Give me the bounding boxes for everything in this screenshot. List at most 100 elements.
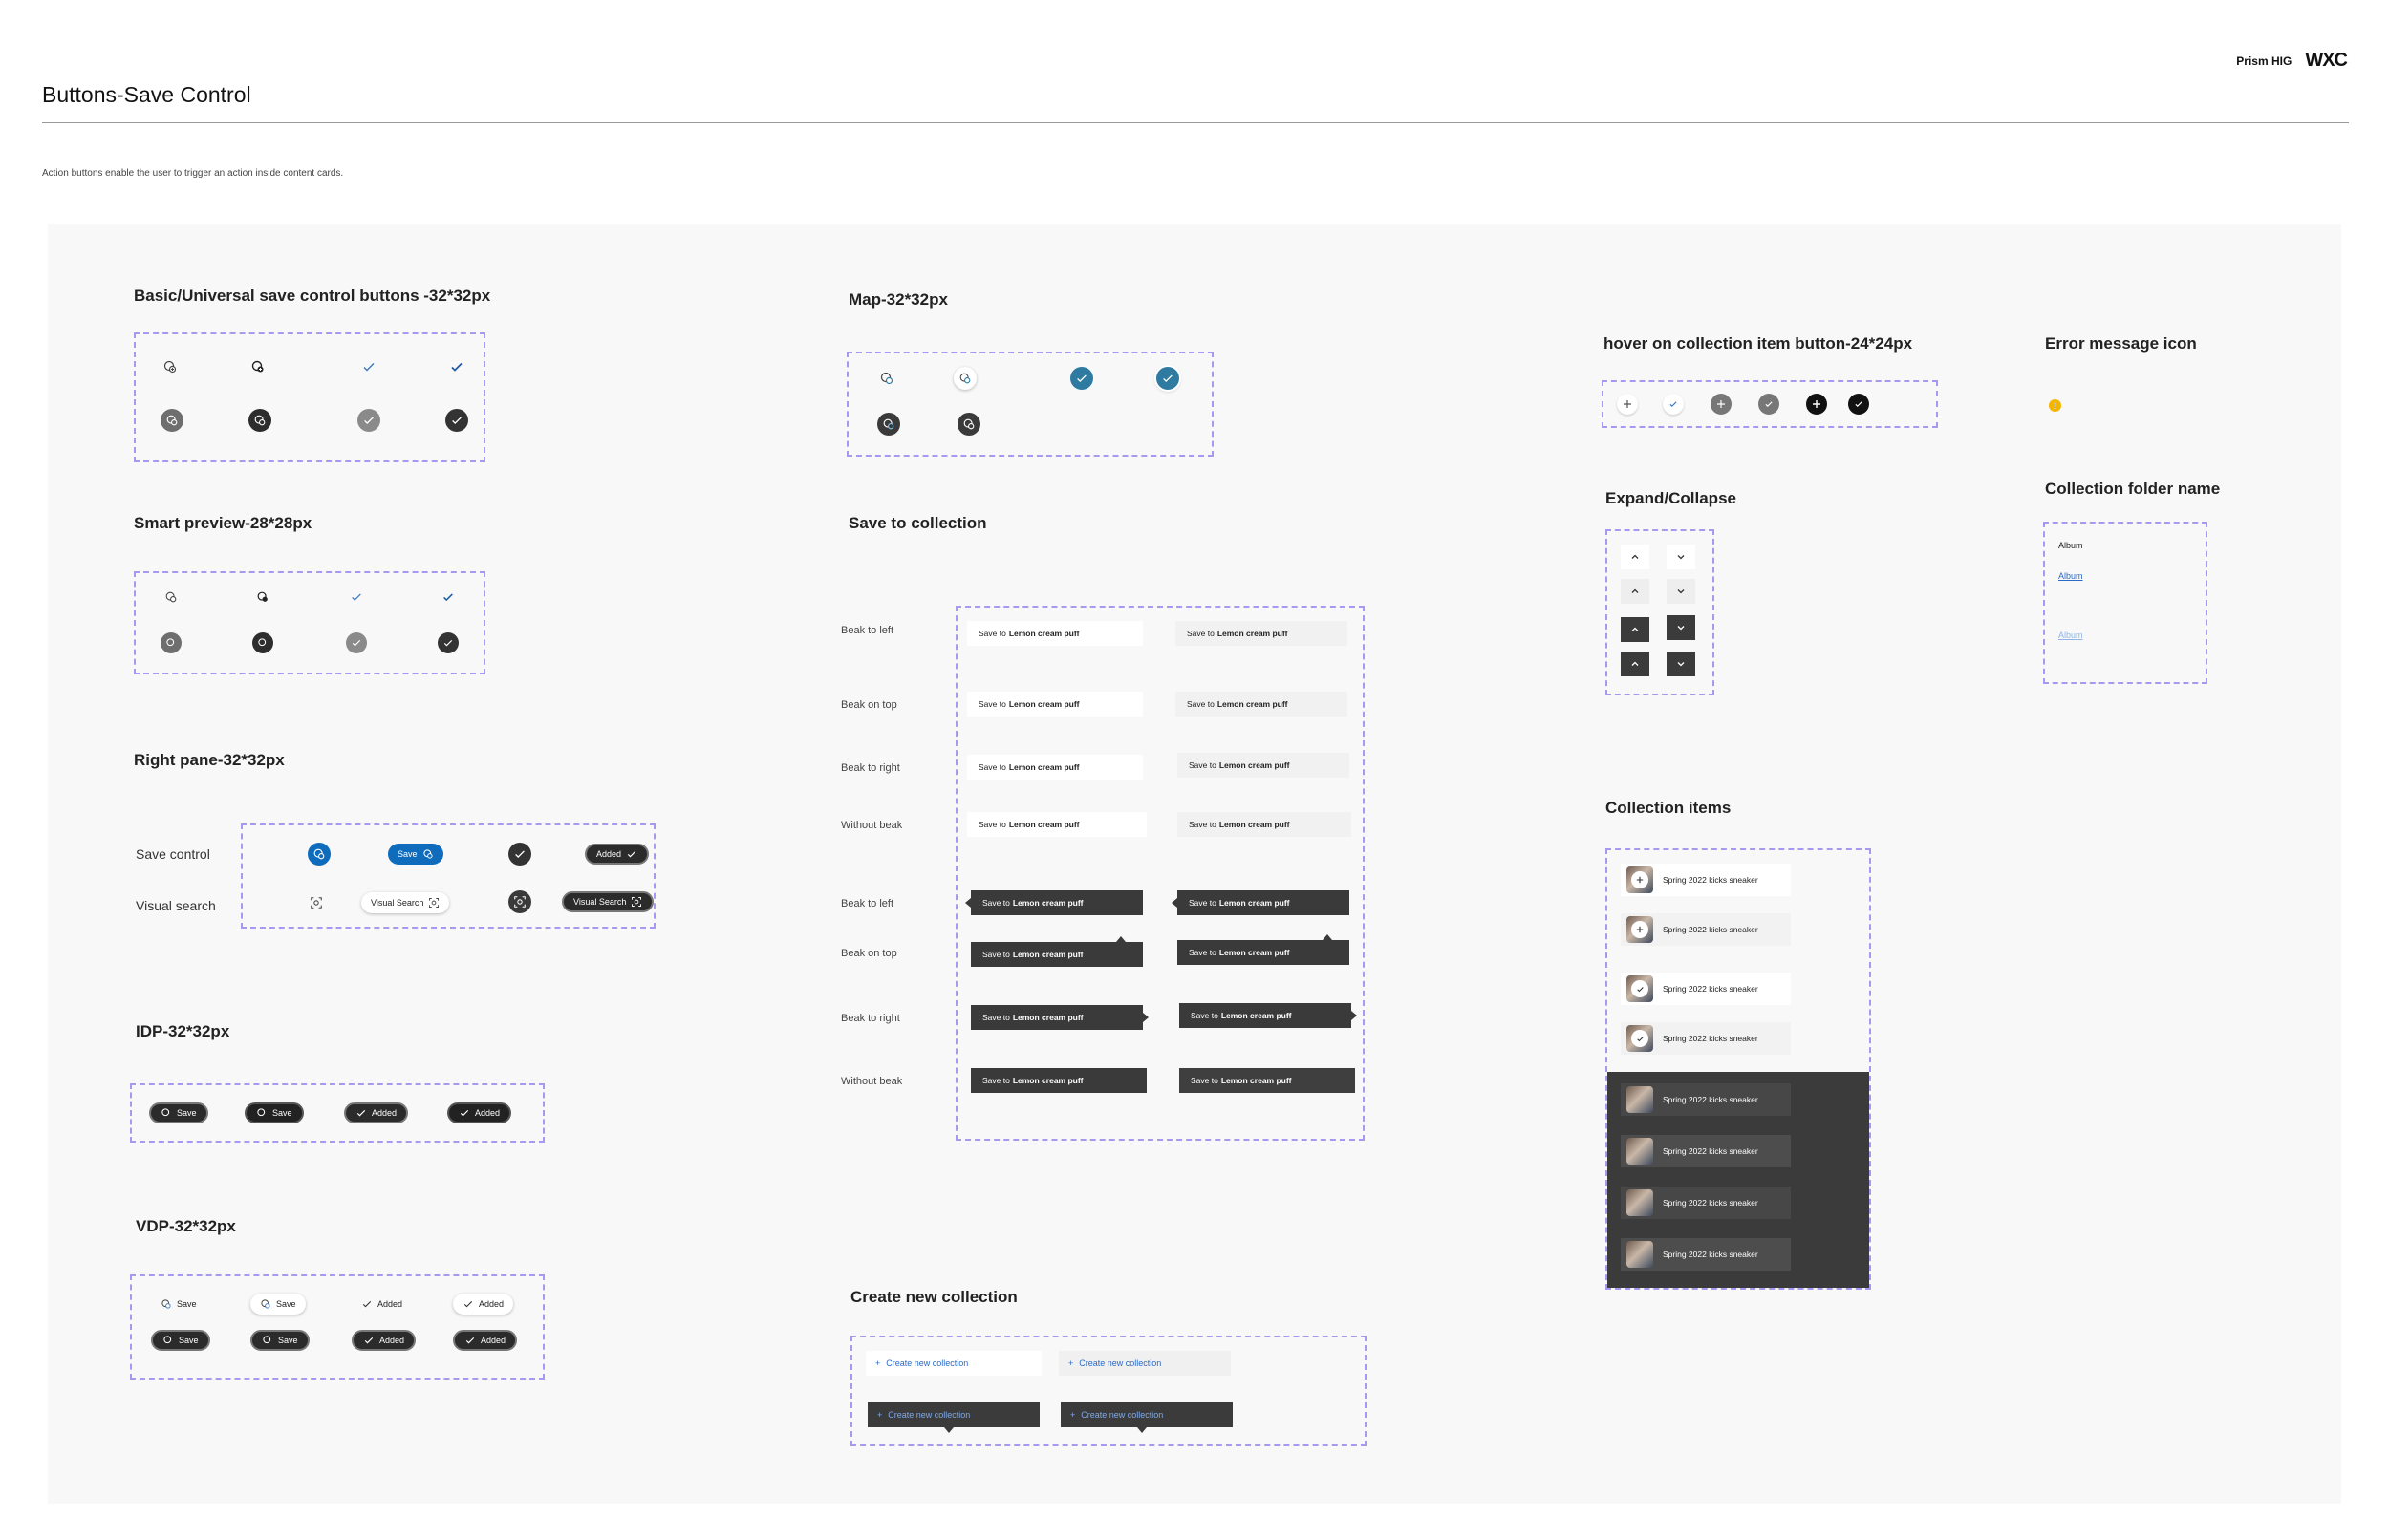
collection-item-dark-added-hover[interactable]: Spring 2022 kicks sneaker	[1621, 1238, 1791, 1271]
toast-prefix: Save to	[982, 898, 1010, 908]
added-button-dark[interactable]: Added	[352, 1330, 417, 1351]
save-button-dark-hover[interactable]: Save	[250, 1330, 310, 1351]
check-icon-filled-dark[interactable]	[438, 632, 459, 653]
save-icon-hover[interactable]	[250, 359, 266, 374]
collection-item[interactable]: Spring 2022 kicks sneaker	[1621, 864, 1791, 896]
folder-name[interactable]: Album	[2058, 541, 2083, 550]
check-icon-filled[interactable]	[346, 632, 367, 653]
added-button-hover[interactable]: Added	[447, 1102, 512, 1123]
visual-search-icon[interactable]	[310, 896, 323, 909]
added-button-plain[interactable]: Added	[352, 1294, 412, 1315]
check-icon-hover[interactable]	[449, 359, 464, 374]
save-toast-dark-beak-left[interactable]: Save to Lemon cream puff	[965, 890, 1143, 915]
save-toast-dark-beak-top-hover[interactable]: Save to Lemon cream puff	[1177, 934, 1349, 965]
save-toast-no-beak-hover[interactable]: Save to Lemon cream puff	[1177, 812, 1351, 837]
save-icon[interactable]	[162, 359, 178, 374]
added-button-light[interactable]: Added	[453, 1294, 514, 1315]
smart-preview-frame	[134, 571, 485, 674]
plus-icon-filled[interactable]	[1711, 394, 1732, 415]
save-icon-filled-dark[interactable]	[252, 632, 273, 653]
section-title-idp: IDP-32*32px	[136, 1022, 230, 1040]
create-collection-button-hover[interactable]: + Create new collection	[1059, 1351, 1231, 1376]
save-toast-dark-no-beak[interactable]: Save to Lemon cream puff	[971, 1068, 1147, 1093]
save-icon-filled[interactable]	[161, 409, 183, 432]
check-icon-filled-dark[interactable]	[508, 843, 531, 866]
save-toast-beak-top-hover[interactable]: Save to Lemon cream puff	[1175, 692, 1347, 717]
added-button[interactable]: Added	[585, 844, 650, 865]
added-label: Added	[379, 1336, 405, 1345]
collection-item-dark-hover[interactable]: Spring 2022 kicks sneaker	[1621, 1135, 1791, 1167]
toast-collection: Lemon cream puff	[1012, 898, 1084, 908]
folder-name-hover[interactable]: Album	[2058, 571, 2083, 581]
check-icon[interactable]	[361, 359, 377, 374]
save-button-plain[interactable]: Save	[151, 1294, 206, 1315]
chevron-up-icon-dark-hover[interactable]	[1621, 652, 1649, 676]
toast-collection: Lemon cream puff	[1220, 1076, 1292, 1085]
check-icon-filled[interactable]	[357, 409, 380, 432]
save-toast-beak-left[interactable]: Save to Lemon cream puff	[967, 621, 1143, 646]
chevron-down-icon-dark[interactable]	[1667, 615, 1695, 640]
save-toast-beak-left-hover[interactable]: Save to Lemon cream puff	[1175, 621, 1347, 646]
chevron-up-icon-hover[interactable]	[1621, 579, 1649, 604]
save-icon-accent[interactable]	[308, 843, 331, 866]
folder-name-disabled[interactable]: Album	[2058, 631, 2083, 640]
check-icon-hover[interactable]	[441, 590, 455, 604]
toast-prefix: Save to	[1189, 760, 1216, 770]
save-button-dark[interactable]: Save	[151, 1330, 210, 1351]
plus-icon[interactable]	[1617, 394, 1638, 415]
save-toast-no-beak[interactable]: Save to Lemon cream puff	[967, 812, 1147, 837]
save-button-accent[interactable]: Save	[388, 844, 443, 865]
row-label: Beak on top	[841, 699, 897, 711]
save-toast-dark-beak-left-hover[interactable]: Save to Lemon cream puff	[1172, 890, 1349, 915]
collection-item-dark[interactable]: Spring 2022 kicks sneaker	[1621, 1083, 1791, 1116]
save-toast-dark-beak-right-hover[interactable]: Save to Lemon cream puff	[1179, 1003, 1357, 1028]
check-icon[interactable]	[1663, 394, 1684, 415]
check-icon-teal[interactable]	[1070, 367, 1093, 390]
save-icon[interactable]	[164, 590, 178, 604]
save-icon-filled[interactable]	[161, 632, 182, 653]
collection-item-hover[interactable]: Spring 2022 kicks sneaker	[1621, 913, 1791, 946]
row-label: Beak to right	[841, 1013, 900, 1024]
chevron-down-icon-dark-hover[interactable]	[1667, 652, 1695, 676]
item-thumbnail	[1626, 916, 1653, 943]
create-collection-button[interactable]: + Create new collection	[866, 1351, 1042, 1376]
save-icon-filled-dark[interactable]	[248, 409, 271, 432]
chevron-down-icon[interactable]	[1667, 545, 1695, 569]
save-icon-hover[interactable]	[954, 367, 977, 390]
visual-search-icon-filled[interactable]	[508, 890, 531, 913]
chevron-up-icon[interactable]	[1621, 545, 1649, 569]
save-button-hover[interactable]: Save	[245, 1102, 304, 1123]
plus-icon-dark[interactable]	[1806, 394, 1827, 415]
check-icon-filled-dark[interactable]	[445, 409, 468, 432]
save-icon-hover[interactable]	[256, 590, 269, 604]
check-icon[interactable]	[350, 590, 363, 604]
save-icon-filled-dark[interactable]	[877, 413, 900, 436]
collection-item-added-hover[interactable]: Spring 2022 kicks sneaker	[1621, 1022, 1791, 1055]
save-toast-dark-no-beak-hover[interactable]: Save to Lemon cream puff	[1179, 1068, 1355, 1093]
collection-items-frame: Spring 2022 kicks sneaker Spring 2022 ki…	[1605, 848, 1871, 1290]
visual-search-button-dark[interactable]: Visual Search	[562, 891, 655, 912]
row-label: Beak to left	[841, 898, 894, 909]
collection-item-dark-added[interactable]: Spring 2022 kicks sneaker	[1621, 1187, 1791, 1219]
save-icon-filled-dark-hover[interactable]	[958, 413, 980, 436]
save-toast-beak-right[interactable]: Save to Lemon cream puff	[967, 755, 1143, 780]
visual-search-button[interactable]: Visual Search	[361, 892, 450, 913]
save-toast-dark-beak-right[interactable]: Save to Lemon cream puff	[971, 1005, 1149, 1030]
save-toast-dark-beak-top[interactable]: Save to Lemon cream puff	[971, 936, 1143, 967]
chevron-up-icon-dark[interactable]	[1621, 617, 1649, 642]
added-button-dark-hover[interactable]: Added	[453, 1330, 518, 1351]
save-icon[interactable]	[879, 371, 894, 386]
save-toast-beak-right-hover[interactable]: Save to Lemon cream puff	[1177, 753, 1349, 778]
chevron-down-icon-hover[interactable]	[1667, 579, 1695, 604]
create-collection-button-dark-hover[interactable]: + Create new collection	[1061, 1402, 1233, 1433]
check-icon-teal-hover[interactable]	[1156, 367, 1179, 390]
save-button[interactable]: Save	[149, 1102, 208, 1123]
save-toast-beak-top[interactable]: Save to Lemon cream puff	[967, 692, 1143, 717]
save-button-light[interactable]: Save	[250, 1294, 306, 1315]
check-icon-dark[interactable]	[1848, 394, 1869, 415]
added-button[interactable]: Added	[344, 1102, 409, 1123]
collection-item-added[interactable]: Spring 2022 kicks sneaker	[1621, 973, 1791, 1005]
added-label: Added	[479, 1299, 505, 1309]
create-collection-button-dark[interactable]: + Create new collection	[868, 1402, 1040, 1433]
check-icon-filled[interactable]	[1758, 394, 1779, 415]
